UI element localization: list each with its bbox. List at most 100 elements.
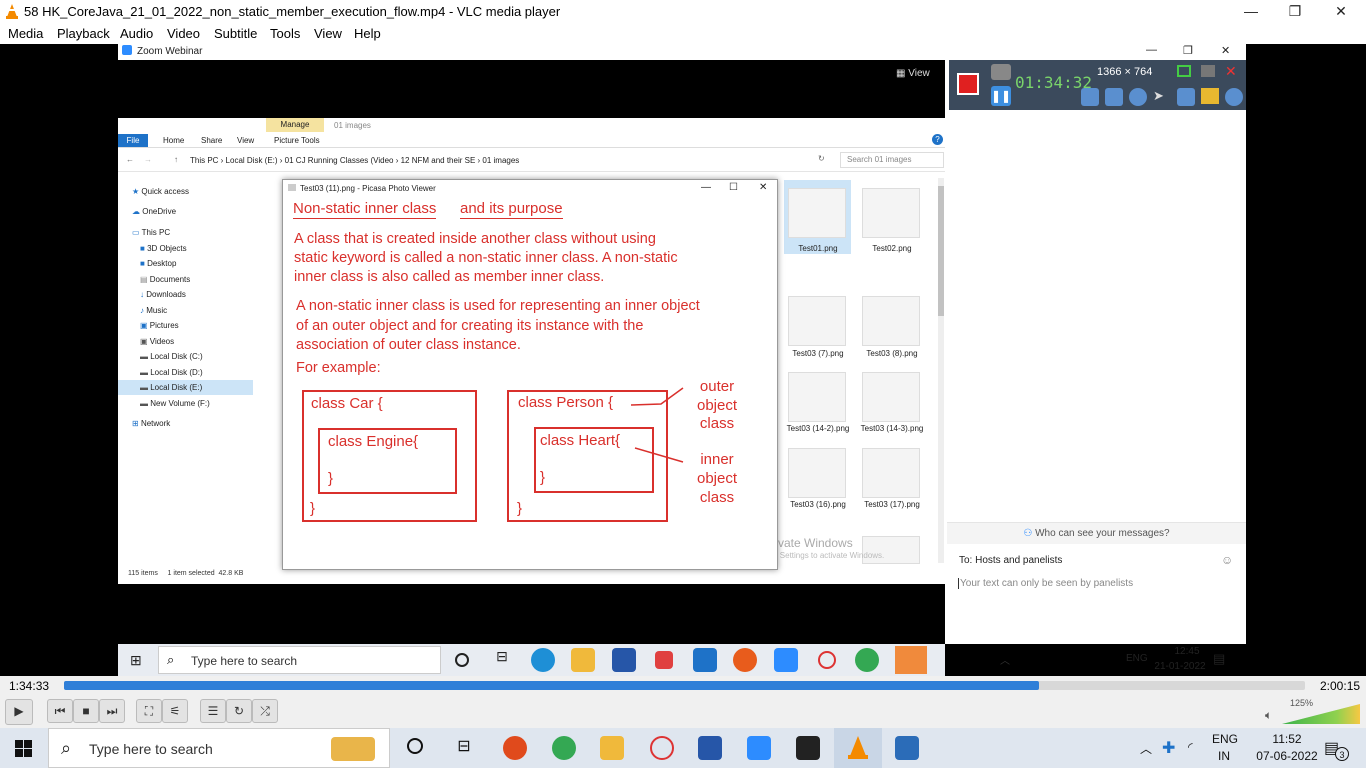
clock-date[interactable]: 07-06-2022 (1250, 749, 1324, 763)
view-tab[interactable]: View (237, 136, 254, 145)
cortana-icon[interactable] (407, 738, 423, 754)
windows-start-icon[interactable]: ⊞ (130, 652, 142, 669)
seek-bar[interactable] (64, 681, 1305, 690)
scroll-thumb[interactable] (938, 186, 944, 316)
nav-onedrive[interactable]: ☁ OneDrive (118, 204, 253, 219)
maximize-button[interactable]: ❐ (1272, 0, 1318, 23)
mic-icon[interactable] (1105, 88, 1123, 106)
sticky-notes-icon[interactable] (796, 736, 820, 760)
clock-time[interactable]: 11:52 (1262, 732, 1312, 746)
record-stop-button[interactable] (957, 73, 979, 95)
minimize-recorder-icon[interactable] (1201, 65, 1215, 77)
nav-local-d[interactable]: ▬ Local Disk (D:) (118, 365, 253, 380)
nav-music[interactable]: ♪ Music (118, 303, 253, 318)
cursor-icon[interactable]: ➤ (1153, 88, 1164, 104)
active-app-icon[interactable] (895, 646, 927, 674)
menu-help[interactable]: Help (354, 26, 381, 41)
camera-icon[interactable] (991, 64, 1011, 80)
next-button[interactable]: ⏭ (99, 699, 125, 723)
chrome-profile-icon[interactable] (552, 736, 576, 760)
menu-video[interactable]: Video (167, 26, 200, 41)
share-tab[interactable]: Share (201, 136, 222, 145)
help-icon[interactable]: ? (932, 134, 943, 145)
menu-media[interactable]: Media (8, 26, 43, 41)
search-input[interactable]: Search 01 images (840, 152, 944, 168)
task-view-icon[interactable]: ⊟ (490, 648, 514, 672)
play-button[interactable]: ▶ (5, 699, 33, 725)
store-icon[interactable] (612, 648, 636, 672)
volume-slider[interactable] (1282, 704, 1362, 724)
inner-notification-icon[interactable]: ▤ (1213, 651, 1225, 667)
address-path[interactable]: This PC › Local Disk (E:) › 01 CJ Runnin… (190, 154, 610, 167)
zoom-minimize-icon[interactable]: — (1146, 44, 1157, 56)
store-icon[interactable] (698, 736, 722, 760)
volume-speaker-icon[interactable]: 🔈︎ (1265, 708, 1272, 723)
file-explorer-icon[interactable] (600, 736, 624, 760)
nav-local-e[interactable]: ▬ Local Disk (E:) (118, 380, 253, 395)
chat-input[interactable]: Your text can only be seen by panelists (958, 578, 1133, 589)
edge-icon[interactable] (531, 648, 555, 672)
back-icon[interactable]: ← (126, 155, 134, 164)
nav-volume-f[interactable]: ▬ New Volume (F:) (118, 396, 253, 411)
gift-icon[interactable] (655, 651, 673, 669)
close-recorder-icon[interactable]: ✕ (1225, 63, 1237, 80)
manage-tab[interactable]: Manage (266, 118, 324, 132)
nav-this-pc[interactable]: ▭ This PC (118, 225, 253, 240)
snip-icon[interactable] (818, 651, 836, 669)
forward-icon[interactable]: → (144, 155, 152, 164)
thumbnail[interactable] (862, 372, 920, 422)
stop-button[interactable]: ■ (73, 699, 99, 723)
nav-videos[interactable]: ▣ Videos (118, 334, 253, 349)
who-can-see[interactable]: ⚇ Who can see your messages? (947, 522, 1246, 544)
lang-secondary[interactable]: IN (1218, 749, 1230, 763)
nav-downloads[interactable]: ↓ Downloads (118, 287, 253, 302)
thumbnail[interactable] (862, 448, 920, 498)
refresh-icon[interactable]: ↻ (818, 154, 825, 163)
thumbnail[interactable] (788, 188, 846, 238)
record-app-icon[interactable] (733, 648, 757, 672)
chrome-icon[interactable] (855, 648, 879, 672)
mail-icon[interactable] (693, 648, 717, 672)
pause-button[interactable]: ❚❚ (991, 86, 1011, 106)
menu-tools[interactable]: Tools (270, 26, 300, 41)
zoom-close-icon[interactable]: ✕ (1221, 44, 1230, 57)
menu-playback[interactable]: Playback (57, 26, 110, 41)
cortana-icon[interactable] (455, 653, 469, 667)
task-view-icon[interactable]: ⊟ (452, 736, 476, 760)
settings-gear-icon[interactable] (1225, 88, 1243, 106)
zoom-view-button[interactable]: ▦ View (896, 68, 930, 79)
inner-search-box[interactable]: ⌕ Type here to search (158, 646, 441, 674)
lang-primary[interactable]: ENG (1212, 732, 1238, 746)
speaker-icon[interactable] (1081, 88, 1099, 106)
photos-icon[interactable] (895, 736, 919, 760)
thumbnail[interactable] (788, 296, 846, 346)
minimize-button[interactable]: — (1228, 0, 1274, 23)
nav-local-c[interactable]: ▬ Local Disk (C:) (118, 349, 253, 364)
region-icon[interactable] (1177, 65, 1191, 77)
shuffle-button[interactable]: ⤮ (252, 699, 278, 723)
inner-lang[interactable]: ENG (1126, 653, 1148, 664)
explorer-scrollbar[interactable] (938, 178, 944, 563)
picture-tools-tab[interactable]: Picture Tools (274, 136, 320, 145)
tray-chevron-icon[interactable]: ︿ (1140, 740, 1152, 757)
menu-audio[interactable]: Audio (120, 26, 153, 41)
home-tab[interactable]: Home (163, 136, 184, 145)
file-tab[interactable]: File (118, 134, 148, 147)
thumbnail[interactable] (788, 372, 846, 422)
chat-recipient[interactable]: To: Hosts and panelists (959, 555, 1062, 566)
zoom-maximize-icon[interactable]: ❐ (1183, 44, 1193, 57)
webcam-icon[interactable] (1129, 88, 1147, 106)
loop-button[interactable]: ↻ (226, 699, 252, 723)
thumbnail[interactable] (788, 448, 846, 498)
thumbnail[interactable] (862, 188, 920, 238)
nav-quick-access[interactable]: ★ Quick access (118, 184, 253, 199)
previous-button[interactable]: ⏮ (47, 699, 73, 723)
folder-icon[interactable] (571, 648, 595, 672)
pen-icon[interactable] (1177, 88, 1195, 106)
windows-start-icon[interactable] (15, 740, 32, 757)
nav-3d-objects[interactable]: ■ 3D Objects (118, 241, 253, 256)
fullscreen-button[interactable]: ⛶ (136, 699, 162, 723)
extended-settings-button[interactable]: ⚟ (162, 699, 188, 723)
menu-subtitle[interactable]: Subtitle (214, 26, 257, 41)
close-button[interactable]: ✕ (1318, 0, 1364, 23)
